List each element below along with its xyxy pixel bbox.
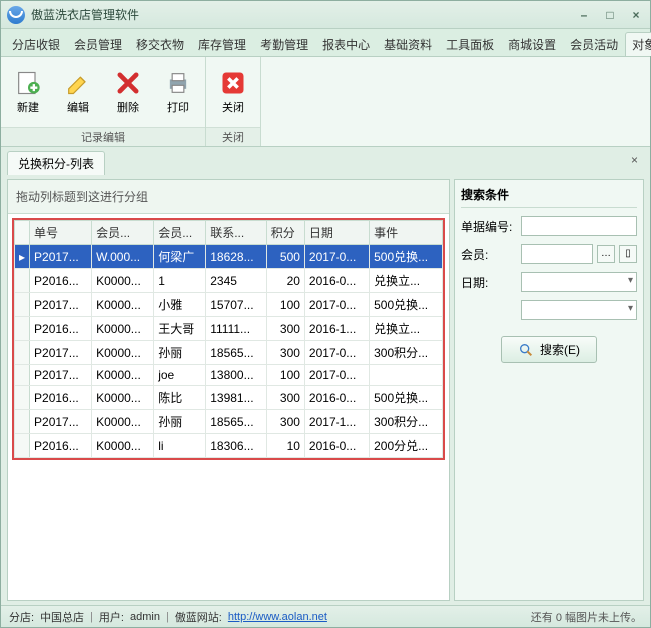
group-by-hint[interactable]: 拖动列标题到这进行分组 <box>8 180 449 214</box>
app-title: 傲蓝洗衣店管理软件 <box>31 6 576 23</box>
subtab-active[interactable]: 兑换积分-列表 <box>7 151 105 175</box>
status-store: 中国总店 <box>40 609 84 625</box>
ribbon: 新建编辑删除打印记录编辑关闭关闭 <box>1 57 650 147</box>
table-row[interactable]: P2017...K0000...小雅15707...1002017-0...50… <box>15 293 443 317</box>
table-row[interactable]: P2017...K0000...孙丽18565...3002017-0...30… <box>15 341 443 365</box>
member-card-icon[interactable]: ▯ <box>619 245 637 263</box>
tab-8[interactable]: 商城设置 <box>501 32 563 56</box>
tab-0[interactable]: 分店收银 <box>5 32 67 56</box>
table-row[interactable]: P2016...K0000...li18306...102016-0...200… <box>15 434 443 458</box>
status-bar: 分店: 中国总店 | 用户: admin | 傲蓝网站: http://www.… <box>1 605 650 627</box>
col-header[interactable]: 会员... <box>154 221 206 245</box>
table-row[interactable]: P2016...K0000...12345202016-0...兑换立... <box>15 269 443 293</box>
main-tabs: 分店收银会员管理移交衣物库存管理考勤管理报表中心基础资料工具面板商城设置会员活动… <box>1 29 650 57</box>
status-user: admin <box>130 611 160 623</box>
order-input[interactable] <box>521 216 637 236</box>
table-row[interactable]: P2016...K0000...陈比13981...3002016-0...50… <box>15 386 443 410</box>
col-header[interactable]: 事件 <box>370 221 443 245</box>
tab-10[interactable]: 对象列 <box>625 32 651 56</box>
app-logo <box>7 6 25 24</box>
order-label: 单据编号: <box>461 218 517 235</box>
date-from-combo[interactable] <box>521 272 637 292</box>
edit-button[interactable]: 编辑 <box>55 61 101 123</box>
minimize-button[interactable]: – <box>576 8 592 22</box>
site-link[interactable]: http://www.aolan.net <box>228 611 327 623</box>
data-grid[interactable]: 单号会员...会员...联系...积分日期事件 ▸P2017...W.000..… <box>12 218 445 460</box>
search-icon <box>518 342 534 358</box>
delete-button[interactable]: 删除 <box>105 61 151 123</box>
table-row[interactable]: P2016...K0000...王大哥11111...3002016-1...兑… <box>15 317 443 341</box>
member-input[interactable] <box>521 244 593 264</box>
tab-4[interactable]: 考勤管理 <box>253 32 315 56</box>
member-label: 会员: <box>461 246 517 263</box>
search-panel: 搜索条件 单据编号: 会员: … ▯ 日期: 搜索(E) <box>454 179 644 601</box>
new-button[interactable]: 新建 <box>5 61 51 123</box>
close-window-button[interactable]: × <box>628 8 644 22</box>
subtab-close-icon[interactable]: × <box>625 151 644 169</box>
titlebar: 傲蓝洗衣店管理软件 – □ × <box>1 1 650 29</box>
search-button[interactable]: 搜索(E) <box>501 336 597 363</box>
tab-1[interactable]: 会员管理 <box>67 32 129 56</box>
upload-status: 还有 0 幅图片未上传。 <box>531 609 642 625</box>
print-button[interactable]: 打印 <box>155 61 201 123</box>
table-row[interactable]: ▸P2017...W.000...何梁广18628...5002017-0...… <box>15 245 443 269</box>
tab-7[interactable]: 工具面板 <box>439 32 501 56</box>
member-lookup-button[interactable]: … <box>597 245 615 263</box>
col-header[interactable]: 联系... <box>206 221 267 245</box>
date-to-combo[interactable] <box>521 300 637 320</box>
tab-2[interactable]: 移交衣物 <box>129 32 191 56</box>
col-header[interactable]: 日期 <box>304 221 369 245</box>
date-label: 日期: <box>461 274 517 291</box>
tab-6[interactable]: 基础资料 <box>377 32 439 56</box>
grid-panel: 拖动列标题到这进行分组 单号会员...会员...联系...积分日期事件 ▸P20… <box>7 179 450 601</box>
col-header[interactable]: 会员... <box>92 221 154 245</box>
table-row[interactable]: P2017...K0000...孙丽18565...3002017-1...30… <box>15 410 443 434</box>
close-button[interactable]: 关闭 <box>210 61 256 123</box>
search-header: 搜索条件 <box>461 186 637 208</box>
tab-9[interactable]: 会员活动 <box>563 32 625 56</box>
col-header[interactable]: 积分 <box>266 221 304 245</box>
table-row[interactable]: P2017...K0000...joe13800...1002017-0... <box>15 365 443 386</box>
maximize-button[interactable]: □ <box>602 8 618 22</box>
col-header[interactable]: 单号 <box>30 221 92 245</box>
tab-5[interactable]: 报表中心 <box>315 32 377 56</box>
tab-3[interactable]: 库存管理 <box>191 32 253 56</box>
